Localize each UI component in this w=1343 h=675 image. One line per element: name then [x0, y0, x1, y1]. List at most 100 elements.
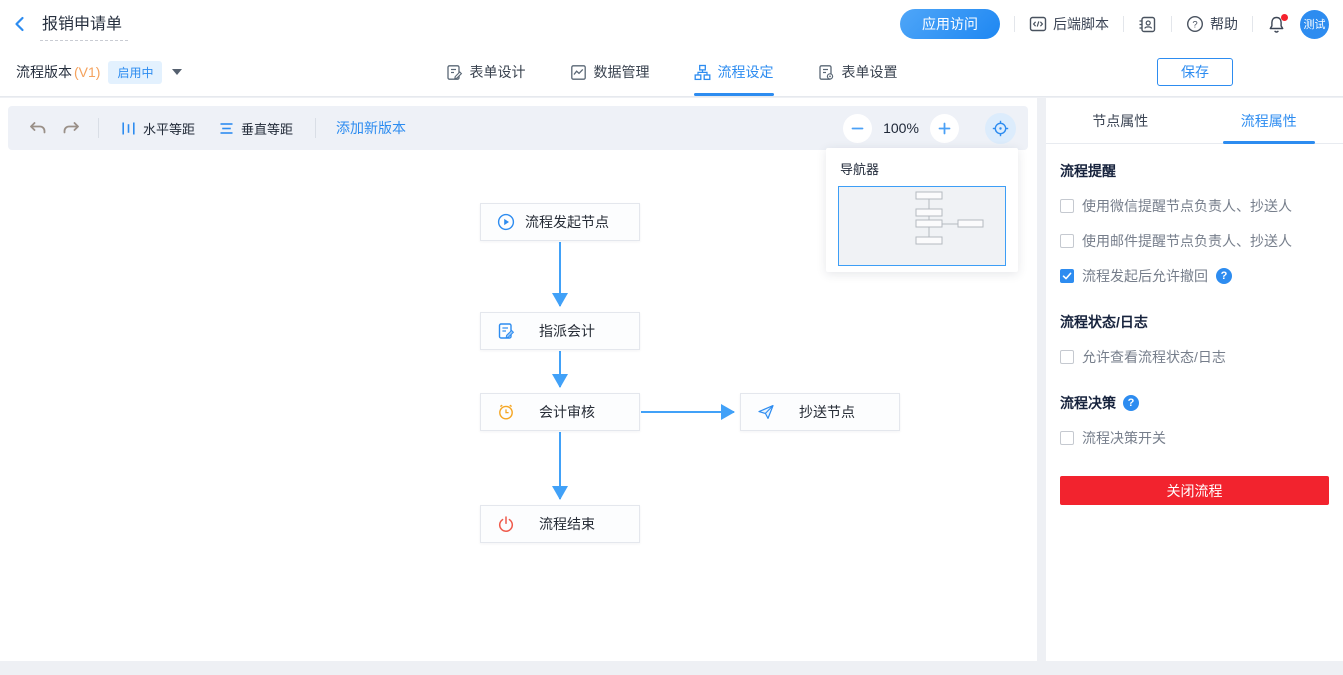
- contacts-button[interactable]: [1138, 15, 1157, 34]
- tab-flow-setting[interactable]: 流程设定: [694, 48, 774, 96]
- power-icon: [497, 515, 515, 533]
- play-circle-icon: [497, 213, 515, 231]
- zoom-in-button[interactable]: [930, 114, 959, 143]
- flow-version-selector[interactable]: 流程版本 (V1) 启用中: [0, 61, 182, 84]
- user-avatar[interactable]: 测试: [1300, 10, 1329, 39]
- flow-node-cc[interactable]: 抄送节点: [740, 393, 900, 431]
- canvas-toolbar: 水平等距 垂直等距 添加新版本 100%: [8, 106, 1028, 150]
- checkbox-label: 使用邮件提醒节点负责人、抄送人: [1082, 231, 1292, 251]
- contacts-icon: [1138, 15, 1157, 34]
- paper-plane-icon: [757, 403, 775, 421]
- close-flow-button[interactable]: 关闭流程: [1060, 476, 1329, 505]
- flow-node-end[interactable]: 流程结束: [480, 505, 640, 543]
- data-management-icon: [570, 64, 587, 81]
- checkbox-row-allow-withdraw[interactable]: 流程发起后允许撤回 ?: [1060, 266, 1329, 286]
- help-label: 帮助: [1210, 14, 1238, 34]
- alarm-clock-icon: [497, 403, 515, 421]
- flow-setting-icon: [694, 64, 711, 81]
- navigator-toggle-button[interactable]: [985, 113, 1016, 144]
- help-icon[interactable]: ?: [1216, 268, 1232, 284]
- flow-node-assign-accountant[interactable]: 指派会计: [480, 312, 640, 350]
- horizontal-spacing-icon: [121, 121, 136, 136]
- app-access-button[interactable]: 应用访问: [900, 9, 1000, 39]
- tab-form-settings[interactable]: 表单设置: [818, 48, 898, 96]
- horizontal-spacing-label: 水平等距: [143, 119, 195, 138]
- version-label: 流程版本: [16, 62, 72, 82]
- vertical-spacing-icon: [219, 121, 234, 136]
- back-chevron-icon: [12, 16, 28, 32]
- section-flow-remind-title: 流程提醒: [1060, 161, 1329, 181]
- notifications-button[interactable]: [1267, 15, 1286, 34]
- backend-script-label: 后端脚本: [1053, 14, 1109, 34]
- navigator-panel: 导航器: [826, 148, 1018, 272]
- tab-label: 数据管理: [594, 62, 650, 82]
- flow-canvas[interactable]: 水平等距 垂直等距 添加新版本 100%: [0, 98, 1037, 661]
- save-button[interactable]: 保存: [1157, 58, 1233, 86]
- plus-icon: [938, 122, 951, 135]
- zoom-level: 100%: [882, 120, 920, 136]
- top-header: 报销申请单 应用访问 后端脚本: [0, 0, 1343, 97]
- checkbox-unchecked[interactable]: [1060, 234, 1074, 248]
- header-actions: 应用访问 后端脚本: [900, 0, 1329, 48]
- redo-icon: [62, 120, 81, 137]
- redo-button[interactable]: [54, 111, 88, 145]
- checkbox-checked[interactable]: [1060, 269, 1074, 283]
- flow-node-accountant-review[interactable]: 会计审核: [480, 393, 640, 431]
- undo-button[interactable]: [20, 111, 54, 145]
- checkbox-row-email-remind[interactable]: 使用邮件提醒节点负责人、抄送人: [1060, 231, 1329, 251]
- add-new-version-link[interactable]: 添加新版本: [336, 118, 406, 138]
- navigator-minimap: [839, 187, 1005, 265]
- navigator-title: 导航器: [826, 148, 1018, 186]
- flow-node-start[interactable]: 流程发起节点: [480, 203, 640, 241]
- checkbox-label: 允许查看流程状态/日志: [1082, 347, 1226, 367]
- checkbox-unchecked[interactable]: [1060, 431, 1074, 445]
- version-tag: (V1): [74, 64, 100, 80]
- header-row: 报销申请单 应用访问 后端脚本: [0, 0, 1343, 48]
- notification-dot: [1281, 14, 1288, 21]
- check-icon: [1062, 271, 1072, 281]
- checkbox-unchecked[interactable]: [1060, 350, 1074, 364]
- tab-form-design[interactable]: 表单设计: [446, 48, 526, 96]
- form-settings-icon: [818, 64, 835, 81]
- page-title: 报销申请单: [40, 8, 128, 41]
- question-circle-icon: ?: [1186, 15, 1204, 33]
- vertical-spacing-button[interactable]: 垂直等距: [219, 119, 293, 138]
- undo-icon: [28, 120, 47, 137]
- back-button[interactable]: [0, 0, 40, 48]
- tab-flow-properties[interactable]: 流程属性: [1195, 98, 1343, 143]
- chevron-down-icon: [172, 69, 182, 75]
- section-flow-decision-title: 流程决策 ?: [1060, 393, 1329, 413]
- help-icon[interactable]: ?: [1123, 395, 1139, 411]
- tab-node-properties[interactable]: 节点属性: [1046, 98, 1195, 143]
- navigator-viewport[interactable]: [838, 186, 1006, 266]
- vertical-spacing-label: 垂直等距: [241, 119, 293, 138]
- checkbox-label: 流程发起后允许撤回: [1082, 266, 1208, 286]
- tab-data-management[interactable]: 数据管理: [570, 48, 650, 96]
- divider: [98, 118, 99, 138]
- properties-content: 流程提醒 使用微信提醒节点负责人、抄送人 使用邮件提醒节点负责人、抄送人 流程发…: [1046, 144, 1343, 505]
- properties-panel: 节点属性 流程属性 流程提醒 使用微信提醒节点负责人、抄送人 使用邮件提醒节点负…: [1046, 98, 1343, 661]
- code-icon: [1029, 15, 1047, 33]
- svg-text:?: ?: [1192, 19, 1197, 30]
- tab-label: 表单设置: [842, 62, 898, 82]
- section-flow-status-title: 流程状态/日志: [1060, 312, 1329, 332]
- section-title-text: 流程决策: [1060, 393, 1116, 413]
- checkbox-row-decision-switch[interactable]: 流程决策开关: [1060, 428, 1329, 448]
- backend-script-button[interactable]: 后端脚本: [1029, 14, 1109, 34]
- checkbox-unchecked[interactable]: [1060, 199, 1074, 213]
- checkbox-label: 使用微信提醒节点负责人、抄送人: [1082, 196, 1292, 216]
- divider: [315, 118, 316, 138]
- version-status-badge: 启用中: [108, 61, 162, 84]
- checkbox-row-wechat-remind[interactable]: 使用微信提醒节点负责人、抄送人: [1060, 196, 1329, 216]
- divider: [1014, 16, 1015, 32]
- zoom-out-button[interactable]: [843, 114, 872, 143]
- subheader-row: 流程版本 (V1) 启用中 表单设计 数据管理: [0, 48, 1343, 96]
- zoom-controls: 100%: [843, 113, 1016, 144]
- help-button[interactable]: ? 帮助: [1186, 14, 1238, 34]
- form-pencil-icon: [497, 322, 515, 340]
- divider: [1123, 16, 1124, 32]
- tab-label: 表单设计: [470, 62, 526, 82]
- checkbox-row-view-status[interactable]: 允许查看流程状态/日志: [1060, 347, 1329, 367]
- checkbox-label: 流程决策开关: [1082, 428, 1166, 448]
- horizontal-spacing-button[interactable]: 水平等距: [121, 119, 195, 138]
